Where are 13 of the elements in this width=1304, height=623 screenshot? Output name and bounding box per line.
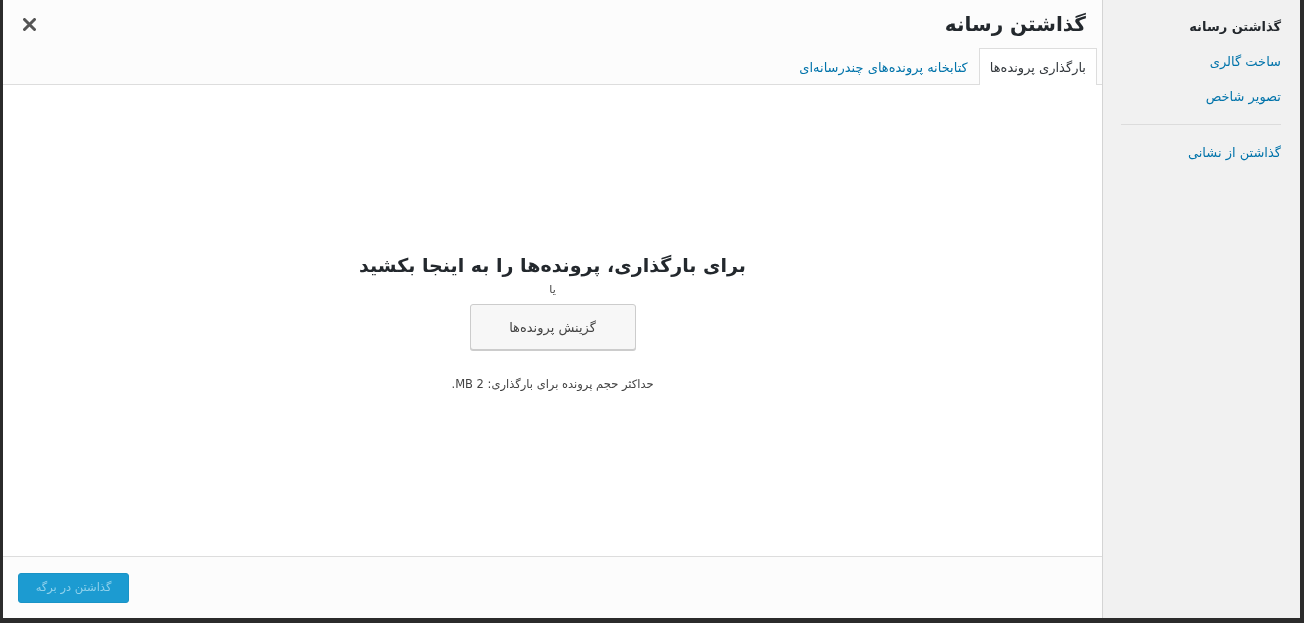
close-icon bbox=[23, 17, 36, 31]
max-upload-size-note: حداکثر حجم پرونده برای بارگذاری: 2 MB. bbox=[451, 376, 654, 394]
or-separator-text: یا bbox=[549, 281, 556, 298]
select-files-button[interactable]: گزینش پرونده‌ها bbox=[469, 304, 636, 351]
tab[interactable]: بارگذاری پرونده‌ها bbox=[978, 48, 1097, 85]
drop-heading: برای بارگذاری، پرونده‌ها را به اینجا بکشید bbox=[359, 253, 746, 278]
sidebar-link[interactable]: تصویر شاخص bbox=[1205, 79, 1300, 114]
close-button[interactable] bbox=[23, 17, 36, 31]
sidebar-link[interactable]: گذاشتن از نشانی bbox=[1187, 135, 1300, 170]
modal-title: گذاشتن رسانه bbox=[944, 12, 1086, 36]
sidebar-link[interactable]: گذاشتن رسانه bbox=[1189, 9, 1300, 44]
tab[interactable]: کتابخانه پرونده‌های چندرسانه‌ای bbox=[788, 49, 979, 85]
sidebar-link[interactable]: ساخت گالری bbox=[1209, 44, 1300, 79]
